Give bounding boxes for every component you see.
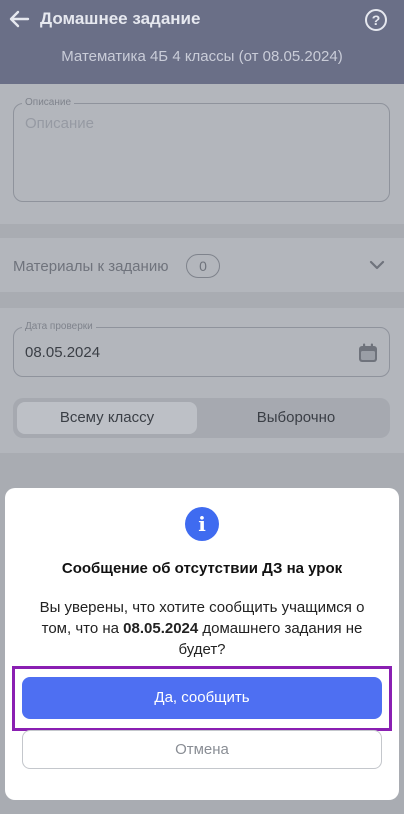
dialog-message: Вы уверены, что хотите сообщить учащимся… (25, 597, 379, 660)
calendar-icon[interactable] (358, 343, 378, 363)
app-header: Домашнее задание ? Математика 4Б 4 класс… (0, 0, 404, 84)
page-title: Домашнее задание (40, 9, 201, 28)
chevron-down-icon[interactable] (368, 258, 386, 272)
description-placeholder: Описание (25, 115, 95, 132)
description-field-label: Описание (22, 97, 75, 108)
materials-label: Материалы к заданию (13, 258, 169, 275)
description-field[interactable]: Описание Описание (13, 97, 390, 202)
check-date-value: 08.05.2024 (25, 344, 101, 361)
back-arrow-icon[interactable] (8, 8, 30, 30)
cancel-button[interactable]: Отмена (22, 730, 382, 769)
recipient-segmented-control: Всему классу Выборочно (13, 398, 390, 438)
dialog-message-date: 08.05.2024 (123, 620, 199, 637)
info-icon: i (185, 507, 219, 541)
check-date-field[interactable]: Дата проверки 08.05.2024 (13, 321, 390, 377)
tab-whole-class[interactable]: Всему классу (17, 402, 197, 434)
confirm-button[interactable]: Да, сообщить (22, 677, 382, 719)
dialog-title: Сообщение об отсутствии ДЗ на урок (61, 560, 343, 577)
dialog-message-part: домашнего задания не будет? (178, 620, 363, 658)
lesson-subtitle: Математика 4Б 4 классы (от 08.05.2024) (61, 48, 343, 65)
check-date-label: Дата проверки (22, 321, 96, 332)
help-icon[interactable]: ? (365, 9, 387, 31)
tab-selective[interactable]: Выборочно (206, 402, 386, 434)
materials-count-badge: 0 (186, 254, 220, 278)
